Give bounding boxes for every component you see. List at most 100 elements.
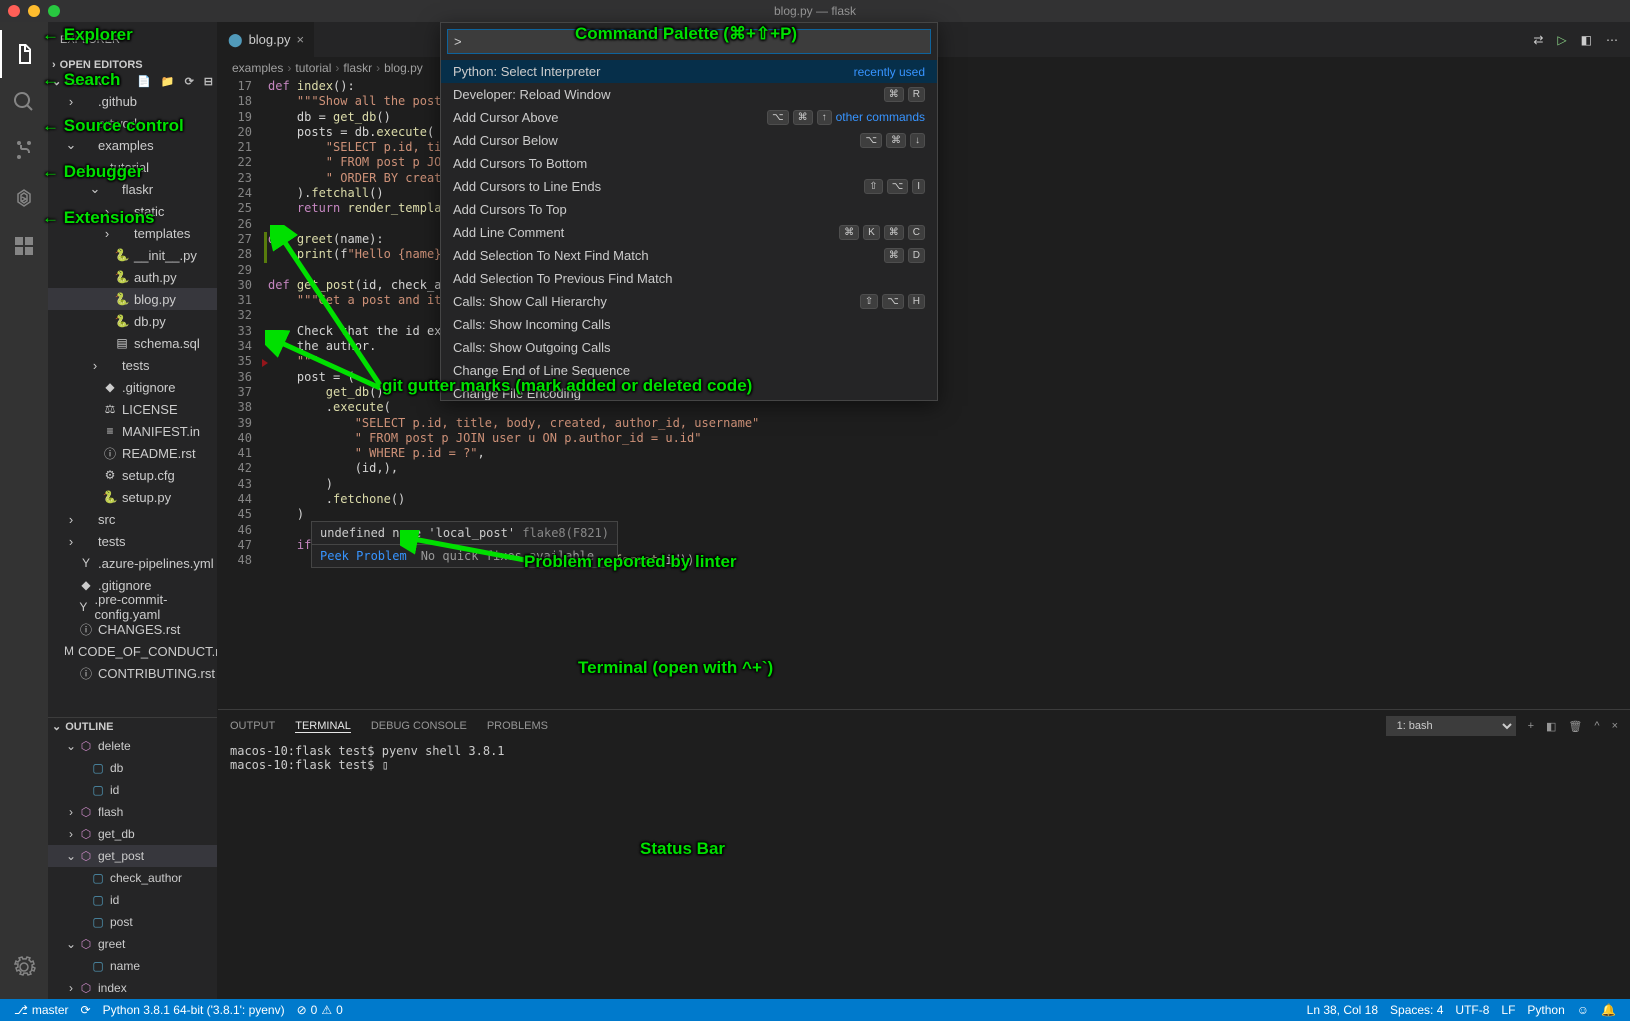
outline-item[interactable]: ▢check_author [48,867,217,889]
breadcrumb-item[interactable]: tutorial [295,61,331,75]
command-item[interactable]: Change End of Line Sequence [441,359,937,382]
outline-item[interactable]: ▢id [48,889,217,911]
status-spaces[interactable]: Spaces: 4 [1384,1003,1449,1017]
command-item[interactable]: Add Line Comment⌘K⌘C [441,221,937,244]
tree-item[interactable]: ›static [48,200,217,222]
command-input[interactable] [447,29,931,54]
breadcrumb-item[interactable]: examples [232,61,283,75]
command-item[interactable]: Change File Encoding [441,382,937,400]
compare-icon[interactable]: ⇄ [1533,33,1543,47]
tree-item[interactable]: ›src [48,508,217,530]
outline-item[interactable]: ⌄⬡get_post [48,845,217,867]
status-problems[interactable]: ⊘0 ⚠0 [291,999,349,1021]
panel-tab-terminal[interactable]: TERMINAL [295,720,351,733]
tree-item[interactable]: 🐍__init__.py [48,244,217,266]
breadcrumb-item[interactable]: flaskr [343,61,372,75]
new-folder-icon[interactable]: 📁 [161,75,175,88]
status-lang[interactable]: Python [1521,1003,1570,1017]
panel-tab-output[interactable]: OUTPUT [230,720,275,732]
tree-item[interactable]: ⌄flaskr [48,178,217,200]
command-item[interactable]: Add Cursor Above⌥⌘↑other commands [441,106,937,129]
new-file-icon[interactable]: 📄 [137,75,151,88]
close-window[interactable] [8,5,20,17]
tree-item[interactable]: ›tests [48,354,217,376]
run-icon[interactable]: ▷ [1557,33,1566,47]
tree-item[interactable]: ›tests [48,530,217,552]
split-icon[interactable]: ◧ [1581,33,1592,47]
tree-item[interactable]: MCODE_OF_CONDUCT.md [48,640,217,662]
command-item[interactable]: Add Cursors to Line Ends⇧⌥I [441,175,937,198]
activity-extensions[interactable] [0,222,48,270]
command-item[interactable]: Add Cursor Below⌥⌘↓ [441,129,937,152]
terminal-selector[interactable]: 1: bash [1386,716,1516,736]
tree-item[interactable]: ⌄tutorial [48,156,217,178]
open-editors-header[interactable]: › OPEN EDITORS [48,57,217,73]
breadcrumb-item[interactable]: blog.py [384,61,423,75]
kill-terminal-icon[interactable]: 🗑 [1568,720,1582,733]
command-item[interactable]: Add Selection To Previous Find Match [441,267,937,290]
outline-item[interactable]: ▢post [48,911,217,933]
outline-item[interactable]: ⌄⬡greet [48,933,217,955]
tree-item[interactable]: Y.pre-commit-config.yaml [48,596,217,618]
tree-item[interactable]: ≡MANIFEST.in [48,420,217,442]
tree-item[interactable]: 🐍blog.py [48,288,217,310]
maximize-panel-icon[interactable]: ^ [1594,720,1599,732]
command-item[interactable]: Add Cursors To Top [441,198,937,221]
tree-item[interactable]: 🐍setup.py [48,486,217,508]
status-eol[interactable]: LF [1495,1003,1521,1017]
tree-item[interactable]: 🐍db.py [48,310,217,332]
status-python[interactable]: Python 3.8.1 64-bit ('3.8.1': pyenv) [97,999,291,1021]
outline-item[interactable]: ›⬡index [48,977,217,999]
tab-blog-py[interactable]: ⬤ blog.py × [218,22,315,57]
panel-tab-problems[interactable]: PROBLEMS [487,720,548,732]
minimap[interactable] [1520,79,1630,709]
peek-problem-link[interactable]: Peek Problem [320,549,407,563]
tree-item[interactable]: ⓘCONTRIBUTING.rst [48,662,217,684]
tree-item[interactable]: ⌄examples [48,134,217,156]
outline-item[interactable]: ⌄⬡delete [48,735,217,757]
outline-item[interactable]: ▢id [48,779,217,801]
status-cursor[interactable]: Ln 38, Col 18 [1301,1003,1384,1017]
tree-item[interactable]: ›artwork [48,112,217,134]
activity-debug[interactable] [0,174,48,222]
status-bell[interactable]: 🔔 [1595,1003,1622,1017]
activity-scm[interactable] [0,126,48,174]
status-branch[interactable]: ⎇ master [8,999,75,1021]
tree-item[interactable]: ⚖LICENSE [48,398,217,420]
close-icon[interactable]: × [296,32,304,47]
outline-item[interactable]: ▢db [48,757,217,779]
tree-item[interactable]: ▤schema.sql [48,332,217,354]
tree-item[interactable]: ›.github [48,90,217,112]
tree-item[interactable]: ◆.gitignore [48,376,217,398]
status-feedback[interactable]: ☺ [1571,1003,1595,1017]
project-header[interactable]: ⌄ FLASK 📄 📁 ⟳ ⊟ [48,73,217,90]
outline-item[interactable]: ▢name [48,955,217,977]
activity-explorer[interactable] [0,30,48,78]
activity-settings[interactable] [0,943,48,991]
command-item[interactable]: Calls: Show Outgoing Calls [441,336,937,359]
tree-item[interactable]: Y.azure-pipelines.yml [48,552,217,574]
split-terminal-icon[interactable]: ◧ [1546,720,1556,733]
outline-header[interactable]: ⌄ OUTLINE [48,718,217,735]
close-panel-icon[interactable]: × [1612,720,1618,732]
command-item[interactable]: Add Cursors To Bottom [441,152,937,175]
terminal[interactable]: macos-10:flask test$ pyenv shell 3.8.1ma… [218,742,1630,999]
panel-tab-debug[interactable]: DEBUG CONSOLE [371,720,467,732]
command-item[interactable]: Add Selection To Next Find Match⌘D [441,244,937,267]
tree-item[interactable]: 🐍auth.py [48,266,217,288]
status-sync[interactable]: ⟳ [75,999,97,1021]
tree-item[interactable]: ⓘREADME.rst [48,442,217,464]
collapse-icon[interactable]: ⊟ [204,75,213,88]
activity-search[interactable] [0,78,48,126]
zoom-window[interactable] [48,5,60,17]
tree-item[interactable]: ›templates [48,222,217,244]
new-terminal-icon[interactable]: + [1528,720,1534,732]
outline-item[interactable]: ›⬡flash [48,801,217,823]
command-item[interactable]: Calls: Show Call Hierarchy⇧⌥H [441,290,937,313]
more-icon[interactable]: ⋯ [1606,33,1618,47]
refresh-icon[interactable]: ⟳ [185,75,194,88]
outline-item[interactable]: ›⬡get_db [48,823,217,845]
command-item[interactable]: Python: Select Interpreterrecently used [441,60,937,83]
status-encoding[interactable]: UTF-8 [1449,1003,1495,1017]
minimize-window[interactable] [28,5,40,17]
